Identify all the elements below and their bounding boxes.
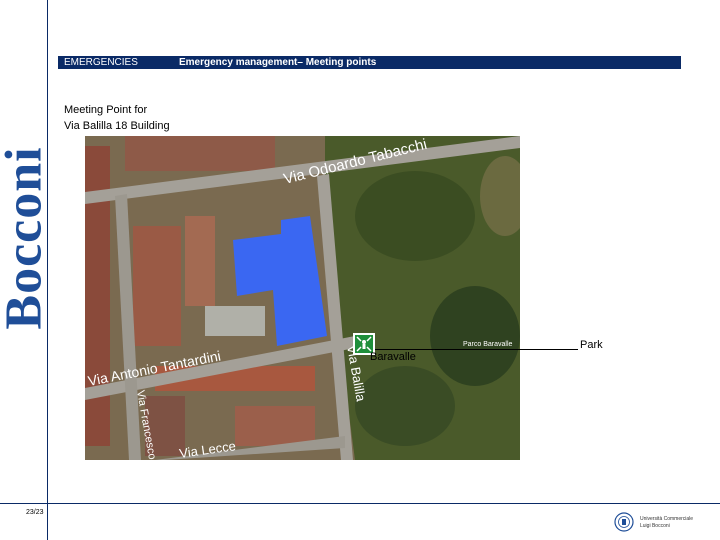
building-block xyxy=(205,306,265,336)
park-trees xyxy=(355,171,475,261)
university-crest-icon xyxy=(614,512,634,532)
bocconi-logo: Bocconi xyxy=(0,146,53,330)
university-name-line1: Università Commerciale xyxy=(640,516,694,522)
footer-rule xyxy=(0,503,720,504)
university-name-line2: Luigi Bocconi xyxy=(640,523,670,529)
park-map-label: Parco Baravalle xyxy=(463,341,513,348)
baravalle-label: Baravalle xyxy=(370,351,416,363)
park-trees xyxy=(355,366,455,446)
page-number: 23/23 xyxy=(26,509,44,516)
page-title: Emergency management– Meeting points xyxy=(179,57,377,68)
header-bar: EMERGENCIES Emergency management– Meetin… xyxy=(58,56,681,69)
park-pointer-line xyxy=(375,349,578,350)
park-label: Park xyxy=(580,339,603,351)
building-block xyxy=(133,226,181,346)
building-block xyxy=(125,136,275,171)
map-svg: Via Odoardo Tabacchi Via Antonio Tantard… xyxy=(85,136,520,460)
building-block xyxy=(185,216,215,306)
section-label: EMERGENCIES xyxy=(64,57,138,68)
building-block xyxy=(235,406,315,446)
satellite-map: Via Odoardo Tabacchi Via Antonio Tantard… xyxy=(85,136,520,460)
meeting-point-title: Meeting Point for Via Balilla 18 Buildin… xyxy=(64,102,170,134)
meeting-point-title-line2: Via Balilla 18 Building xyxy=(64,120,170,132)
university-name: Università Commerciale Luigi Bocconi xyxy=(640,516,693,530)
meeting-point-title-line1: Meeting Point for xyxy=(64,104,148,116)
park-trees xyxy=(430,286,520,386)
